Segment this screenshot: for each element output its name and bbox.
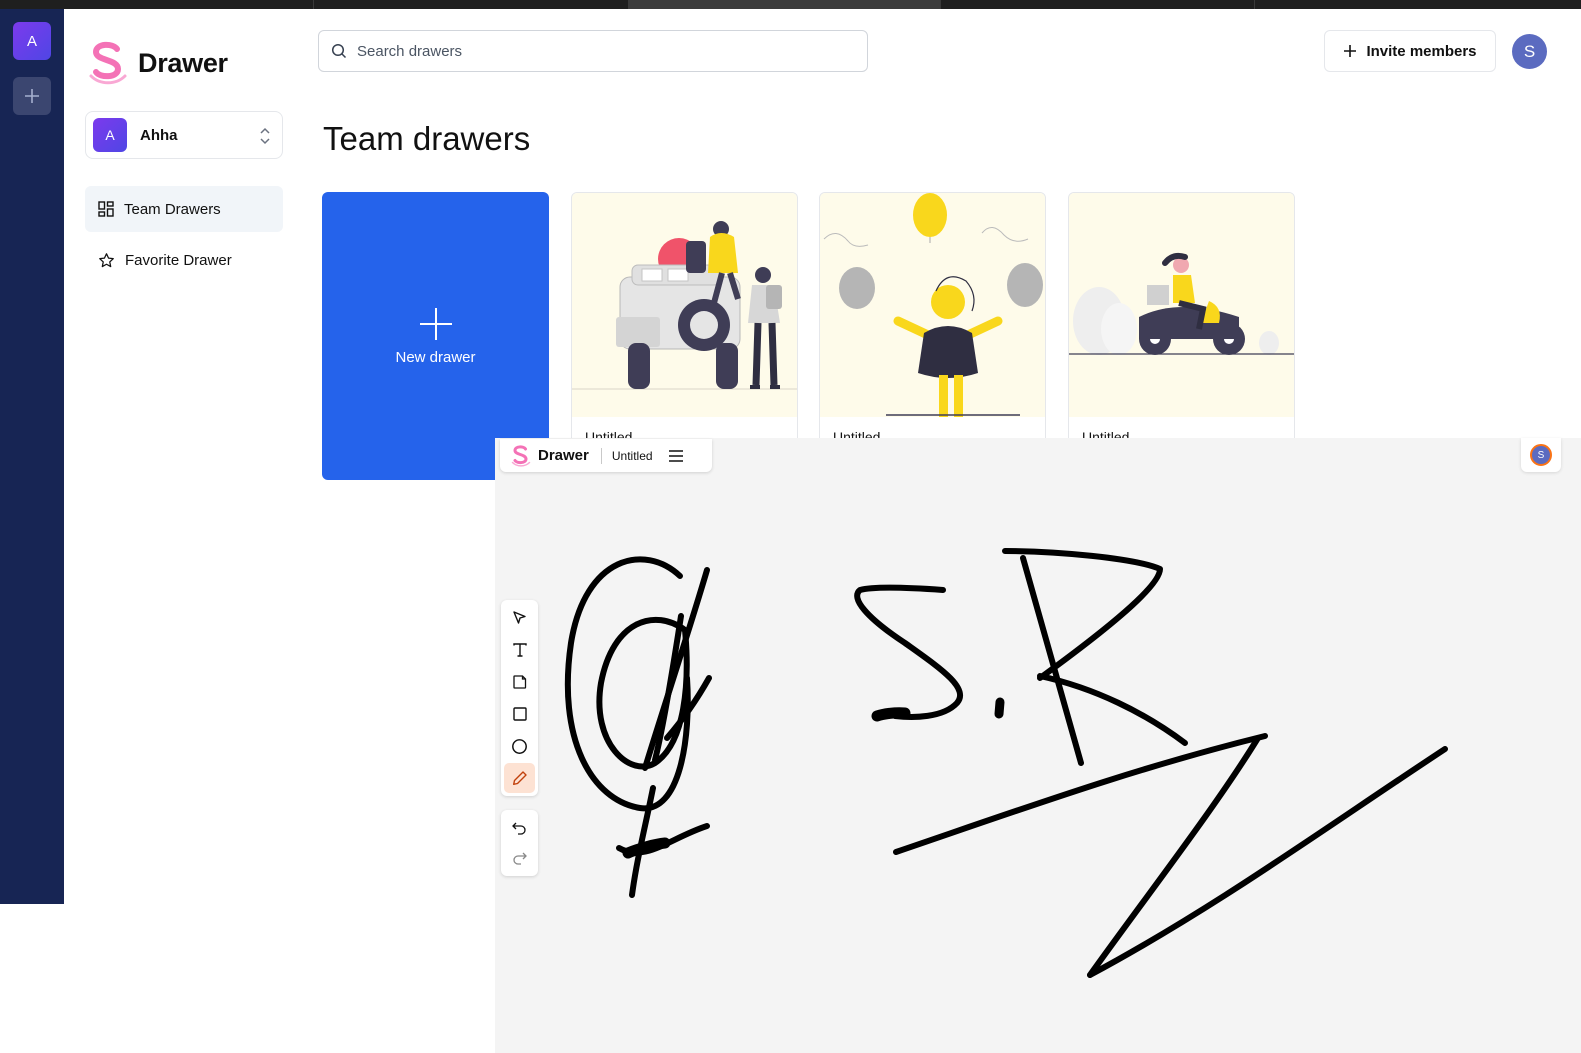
add-team-button[interactable] [13,77,51,115]
canvas-app-name[interactable]: Drawer [538,447,589,464]
text-icon [512,643,527,657]
os-tab-bar [0,0,1581,9]
plus-icon [419,307,452,340]
document-title[interactable]: Untitled [612,449,653,463]
user-avatar[interactable]: S [1512,34,1547,69]
team-switcher[interactable]: A Ahha [85,111,283,159]
sticky-note-icon [512,675,526,689]
drawer-card[interactable]: Untitled [1068,192,1295,480]
drawer-logo-icon [511,444,531,467]
drawing-canvas-window[interactable]: Drawer Untitled S [495,438,1581,1053]
redo-button[interactable] [504,843,535,873]
pointer-icon [512,611,526,624]
rectangle-icon [512,707,527,721]
new-drawer-label: New drawer [395,348,476,366]
invite-members-button[interactable]: Invite members [1324,30,1496,72]
team-name: Ahha [140,126,178,144]
drawer-thumbnail [572,193,797,417]
chevron-up-down-icon [260,127,270,145]
canvas-user-avatar[interactable]: S [1530,444,1552,466]
pencil-icon [512,771,527,785]
app-logo[interactable]: Drawer [86,39,228,87]
sidebar: Drawer A Ahha Team Drawers Favorite Draw… [64,9,300,1053]
drawer-card[interactable]: Untitled [819,192,1046,480]
team-avatar: A [93,118,127,152]
search-icon [331,43,347,59]
page-title: Team drawers [323,120,531,157]
pointer-tool-button[interactable] [504,603,535,633]
sidebar-item-label: Favorite Drawer [125,251,232,269]
search-bar[interactable] [318,30,868,72]
canvas-user-presence: S [1521,438,1561,472]
sidebar-item-favorite-drawer[interactable]: Favorite Drawer [85,237,283,283]
pencil-tool-button[interactable] [504,763,535,793]
plus-icon [1344,45,1357,57]
plus-icon [25,89,39,103]
search-input[interactable] [357,42,837,60]
star-icon [99,252,114,267]
app-name: Drawer [138,47,228,78]
freehand-drawing[interactable] [495,438,1581,1053]
ellipse-tool-button[interactable] [504,731,535,761]
drawing-toolbar [501,600,538,796]
drawer-thumbnail [1069,193,1294,417]
drawer-thumbnail [820,193,1045,417]
text-tool-button[interactable] [504,635,535,665]
sticky-note-tool-button[interactable] [504,667,535,697]
invite-members-label: Invite members [1366,42,1477,60]
history-toolbar [501,810,538,876]
menu-divider [600,447,602,464]
new-drawer-button[interactable]: New drawer [322,192,549,480]
rectangle-tool-button[interactable] [504,699,535,729]
scooter-rider-illustration [1069,252,1294,355]
rail-team-avatar[interactable]: A [13,22,51,60]
undo-button[interactable] [504,813,535,843]
drawer-card[interactable]: Untitled [571,192,798,480]
ellipse-icon [512,738,527,754]
redo-icon [513,852,527,865]
workspace-rail: A [0,9,64,904]
sidebar-item-team-drawers[interactable]: Team Drawers [85,186,283,232]
balloons-person-illustration [823,193,1043,417]
grid-icon [98,201,114,217]
jeep-travelers-illustration [572,221,797,390]
sidebar-item-label: Team Drawers [124,200,221,218]
drawer-logo-icon [89,41,127,85]
canvas-menu-bar: Drawer Untitled [500,439,712,472]
hamburger-menu-icon[interactable] [668,449,683,462]
undo-icon [512,822,526,835]
